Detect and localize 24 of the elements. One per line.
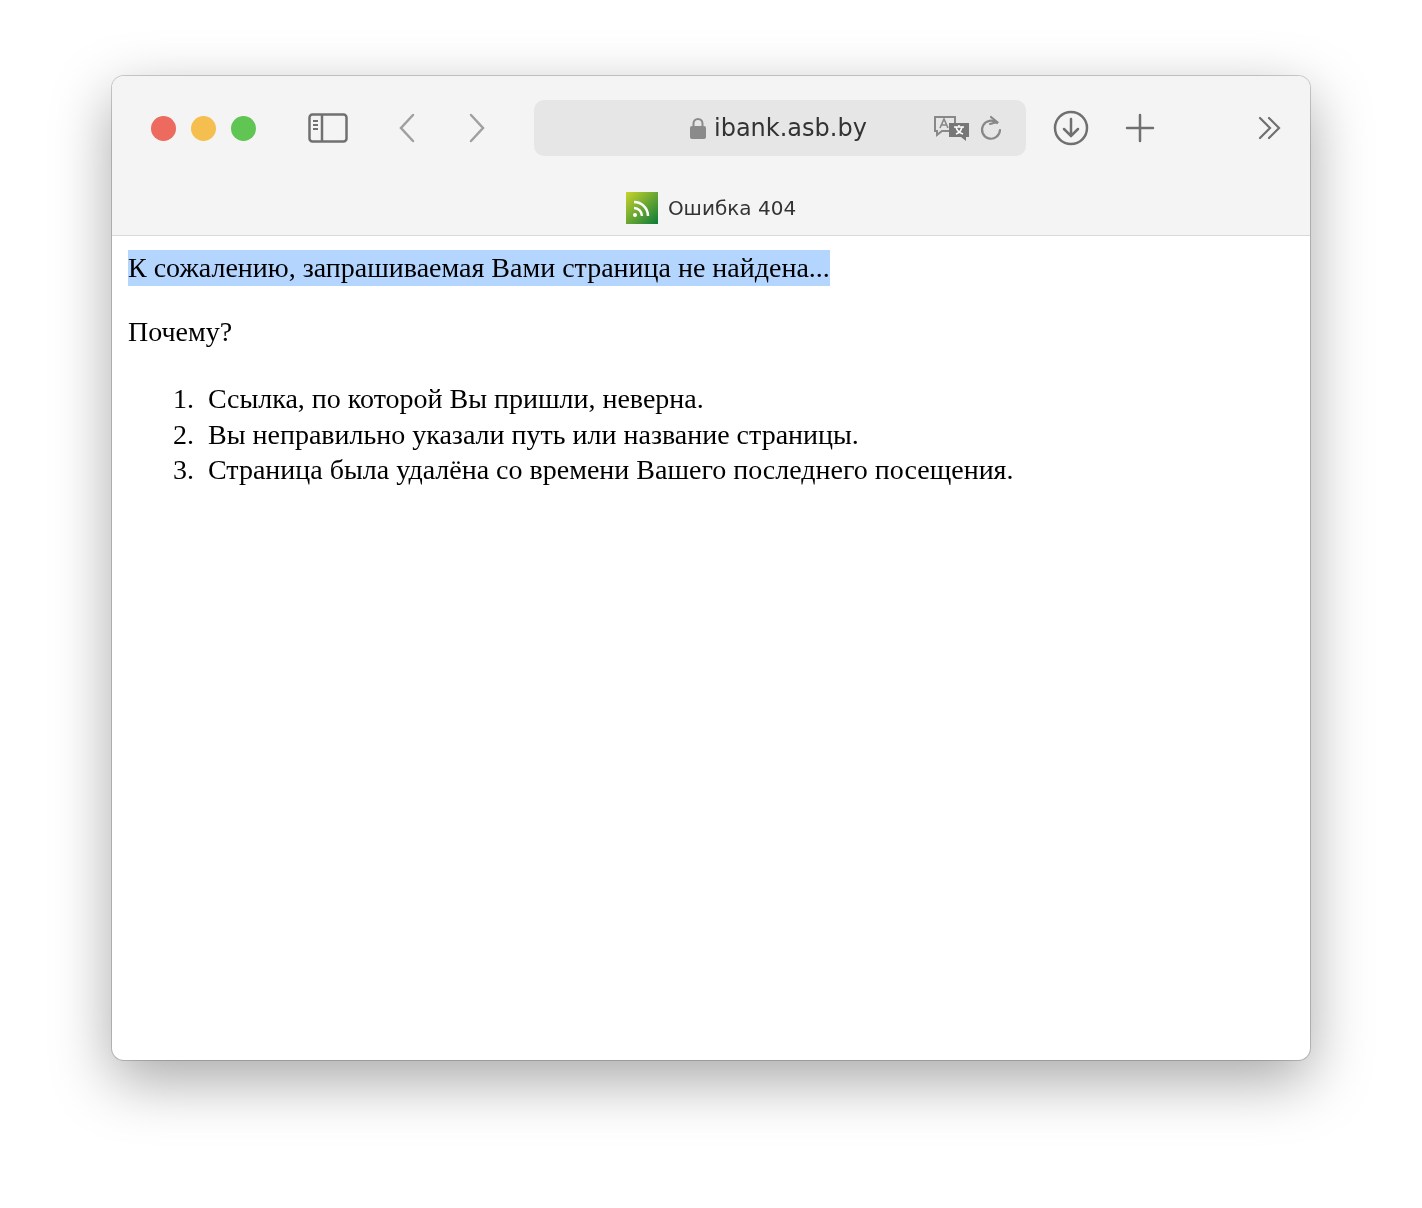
forward-icon[interactable]: [468, 113, 486, 143]
download-icon[interactable]: [1053, 110, 1089, 146]
new-tab-icon[interactable]: [1125, 113, 1155, 143]
list-number: 1.: [172, 382, 195, 417]
reload-icon[interactable]: [978, 115, 1003, 141]
address-bar[interactable]: ibank.asb.by: [534, 100, 1026, 156]
lock-icon: [690, 117, 706, 139]
tab-title[interactable]: Ошибка 404: [667, 195, 797, 220]
reason-text: Вы неправильно указали путь или название страницы.: [208, 417, 859, 452]
error-heading: К сожалению, запрашиваемая Вами страница не найдена...: [128, 250, 830, 286]
chevrons-icon[interactable]: [1257, 115, 1283, 141]
zoom-button[interactable]: [231, 115, 256, 141]
list-number: 2.: [172, 417, 195, 452]
sidebar-icon[interactable]: [308, 113, 348, 143]
minimize-button[interactable]: [191, 115, 216, 141]
translate-icon[interactable]: [932, 114, 971, 142]
site-favicon-icon: [625, 191, 658, 224]
close-button[interactable]: [151, 115, 176, 141]
question-text: Почему?: [128, 314, 234, 349]
reason-text: Страница была удалёна со времени Вашего последнего посещения.: [208, 453, 1014, 488]
url-text: ibank.asb.by: [714, 114, 867, 142]
list-number: 3.: [172, 453, 195, 488]
reason-text: Ссылка, по которой Вы пришли, неверна.: [208, 382, 704, 417]
back-icon[interactable]: [398, 113, 416, 143]
